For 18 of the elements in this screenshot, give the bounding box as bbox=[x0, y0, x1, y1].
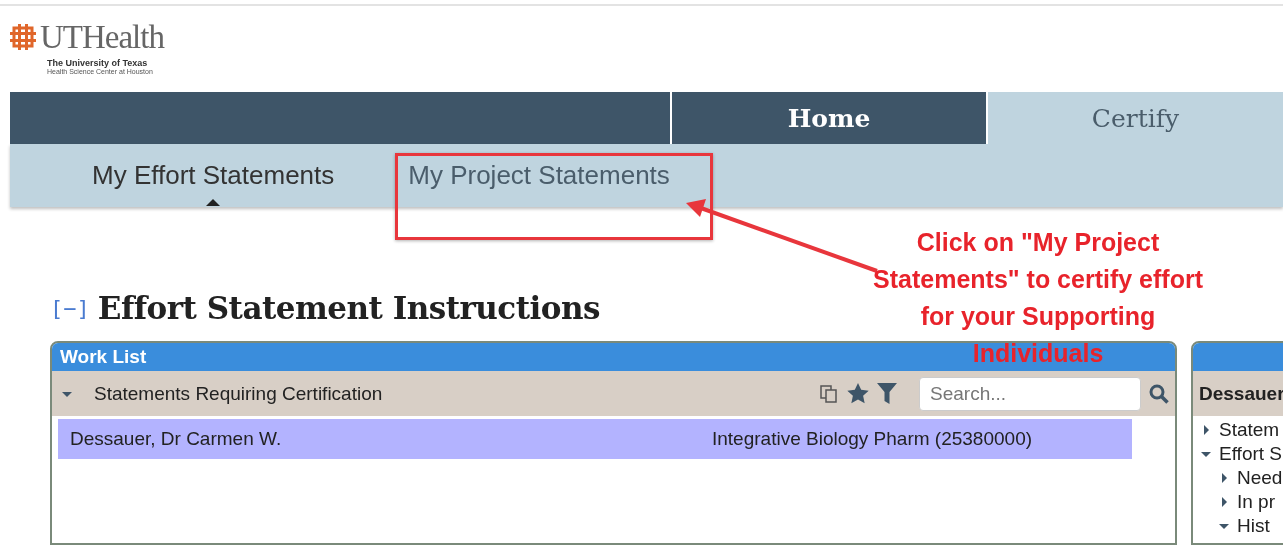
tree-item[interactable]: Statem bbox=[1219, 419, 1280, 441]
logo-wordmark: UTHealth bbox=[40, 20, 164, 54]
logo-subtitle: The University of Texas bbox=[47, 58, 149, 68]
work-list-row[interactable]: Dessauer, Dr Carmen W. Integrative Biology Pharm (25380000) bbox=[58, 419, 1132, 459]
sub-tab[interactable]: My Effort Statements bbox=[90, 144, 337, 209]
tree-item[interactable]: Hist bbox=[1237, 515, 1270, 537]
tree-item[interactable]: Need bbox=[1237, 467, 1283, 489]
department-cell-text: Integrative Biology Pharm (25380000) bbox=[711, 428, 1034, 450]
tree-item[interactable]: Effort S bbox=[1219, 443, 1282, 465]
tree-item[interactable]: In pr bbox=[1237, 491, 1276, 513]
sub-tab[interactable]: My Project Statements bbox=[406, 144, 672, 209]
name-cell-text: Dessauer, Dr Carmen W. bbox=[69, 428, 283, 450]
section-title: Effort Statement Instructions bbox=[97, 290, 600, 326]
collapse-toggle[interactable]: [−] bbox=[50, 295, 90, 321]
annotation-text: Click on "My Project Statements" to certify effort for your Supporting Individuals bbox=[872, 227, 1204, 369]
search-field[interactable]: Search... bbox=[919, 376, 1141, 411]
nav-tab[interactable]: Certify bbox=[986, 92, 1283, 144]
group-label: Statements Requiring Certification bbox=[94, 382, 384, 405]
